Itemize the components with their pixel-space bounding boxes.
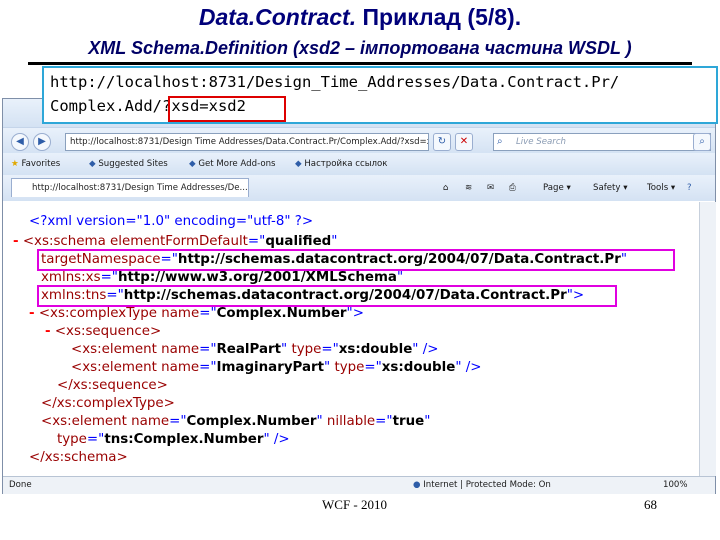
tools-menu[interactable]: Tools ▾ [647,180,675,196]
footer-text: WCF - 2010 [322,497,387,512]
star-icon: ★ [11,159,19,169]
collapse-complex-type-toggle[interactable]: - [29,306,35,321]
favorites-bar: ★ Favorites ◆ Suggested Sites ◆ Get More… [3,153,715,175]
title-divider [28,62,692,65]
url-callout: http://localhost:8731/Design_Time_Addres… [42,66,718,124]
search-input[interactable]: Live Search [493,133,711,151]
page-menu[interactable]: Page ▾ [543,180,571,196]
browser-tab[interactable]: http://localhost:8731/Design Time Addres… [11,178,249,197]
stop-icon[interactable]: ✕ [455,133,473,151]
collapse-schema-toggle[interactable]: - [13,234,19,249]
status-done-text: Done [9,480,32,490]
search-go-icon[interactable]: ⌕ [693,133,711,151]
slide-title: Data.Contract. Приклад (5/8). [0,4,720,31]
feeds-icon[interactable]: ≋ [465,180,472,196]
refresh-icon[interactable]: ↻ [433,133,451,151]
collapse-sequence-toggle[interactable]: - [45,324,51,339]
suggested-sites-link[interactable]: ◆ Suggested Sites [89,156,168,172]
schema-close-line: </xs:schema> [29,450,128,465]
get-addons-link[interactable]: ◆ Get More Add-ons [189,156,276,172]
element-complexnumber-line: <xs:element name="Complex.Number" nillab… [41,414,431,429]
forward-icon[interactable]: ▶ [33,133,51,151]
browser-window: ◀ ▶ http://localhost:8731/Design Time Ad… [2,98,716,494]
address-bar[interactable]: http://localhost:8731/Design Time Addres… [65,133,429,151]
element-realpart-line: <xs:element name="RealPart" type="xs:dou… [71,342,439,357]
complex-type-close-line: </xs:complexType> [41,396,175,411]
live-search-icon: ⌕ [497,136,503,147]
back-icon[interactable]: ◀ [11,133,29,151]
element-imaginarypart-line: <xs:element name="ImaginaryPart" type="x… [71,360,482,375]
help-icon[interactable]: ? [687,180,692,196]
safety-menu[interactable]: Safety ▾ [593,180,628,196]
url-line-1: http://localhost:8731/Design_Time_Addres… [50,73,620,91]
sequence-open-line: - <xs:sequence> [45,324,162,339]
link-icon: ◆ [295,159,302,169]
address-toolbar: ◀ ▶ http://localhost:8731/Design Time Ad… [3,127,715,154]
xml-declaration: <?xml version="1.0" encoding="utf-8" ?> [29,214,314,229]
globe-icon: ● [413,480,421,490]
complex-type-open-line: - <xs:complexType name="Complex.Number"> [29,306,364,321]
title-part-3: (5/8). [467,4,522,30]
suggested-icon: ◆ [89,159,96,169]
favorites-button[interactable]: ★ Favorites [11,156,60,172]
slide-number: 68 [644,497,657,512]
status-bar: Done ● Internet | Protected Mode: On 100… [3,476,715,494]
custom-links-link[interactable]: ◆ Настройка ссылок [295,156,387,172]
sequence-close-line: </xs:sequence> [57,378,168,393]
xml-content: <?xml version="1.0" encoding="utf-8" ?> … [3,202,699,476]
home-icon[interactable]: ⌂ [443,180,448,196]
vertical-scrollbar[interactable] [699,202,716,476]
xmlns-tns-highlight [37,285,617,307]
element-complexnumber-type-line: type="tns:Complex.Number" /> [57,432,290,447]
target-namespace-highlight [37,249,675,271]
tab-toolbar: http://localhost:8731/Design Time Addres… [3,175,715,201]
print-icon[interactable]: ⎙ [509,180,516,196]
addons-icon: ◆ [189,159,196,169]
xsd-query-highlight [168,96,286,122]
slide-subtitle: XML Schema.Definition (xsd2 – імпортован… [88,38,632,58]
zoom-level[interactable]: 100% [663,477,688,494]
title-part-1: Data.Contract. [198,4,357,30]
zone-text: ● Internet | Protected Mode: On [413,480,551,490]
mail-icon[interactable]: ✉ [487,180,494,196]
title-part-2: Приклад [362,4,462,30]
